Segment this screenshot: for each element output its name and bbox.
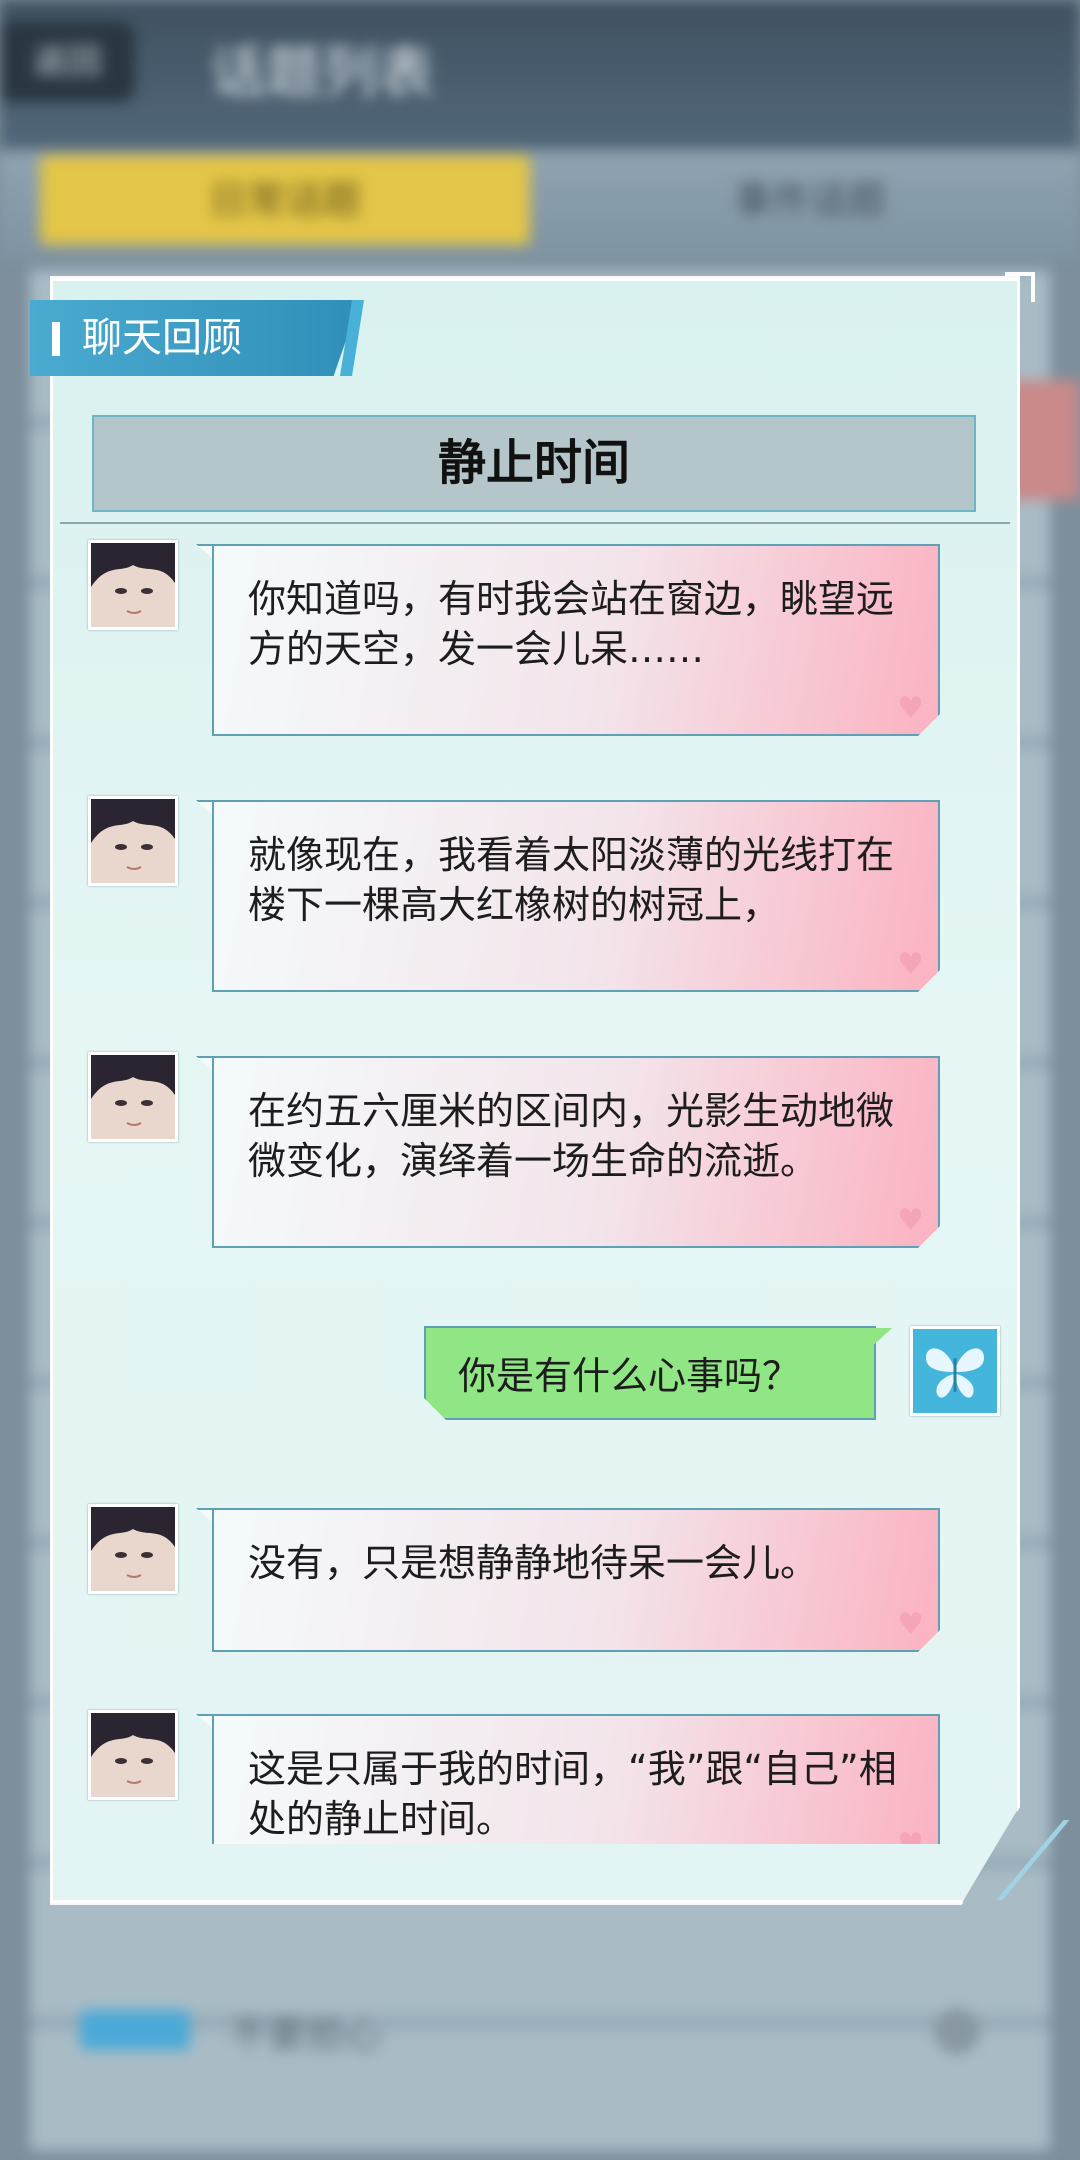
bg-row-label: 不要担心 bbox=[230, 2013, 383, 2057]
character-portrait bbox=[91, 543, 175, 627]
character-portrait bbox=[91, 1055, 175, 1139]
title-divider bbox=[60, 522, 1010, 524]
heart-icon: ♥ bbox=[897, 1607, 924, 1642]
dialog-header-label: 聊天回顾 bbox=[82, 315, 242, 361]
bg-page-title: 话题列表 bbox=[210, 41, 434, 106]
message-text: 在约五六厘米的区间内，光影生动地微微变化，演绎着一场生命的流逝。 bbox=[248, 1089, 895, 1183]
npc-message-bubble: 在约五六厘米的区间内，光影生动地微微变化，演绎着一场生命的流逝。 ♥ bbox=[212, 1056, 940, 1248]
npc-avatar bbox=[88, 540, 178, 630]
character-portrait bbox=[91, 799, 175, 883]
heart-icon: ♥ bbox=[897, 691, 924, 726]
chat-scroll-area[interactable]: 你知道吗，有时我会站在窗边，眺望远方的天空，发一会儿呆…… ♥ 就像现在，我看着… bbox=[60, 526, 1010, 1844]
bg-back-button: 返回 bbox=[0, 22, 135, 102]
player-avatar bbox=[910, 1326, 1000, 1416]
npc-message-bubble: 没有，只是想静静地待呆一会儿。 ♥ bbox=[212, 1508, 940, 1652]
npc-avatar bbox=[88, 796, 178, 886]
bg-list-row-bottom: 不要担心 bbox=[60, 1980, 1020, 2080]
message-text: 你知道吗，有时我会站在窗边，眺望远方的天空，发一会儿呆…… bbox=[248, 577, 895, 671]
butterfly-icon bbox=[926, 1348, 984, 1398]
bg-top-bar bbox=[0, 0, 1080, 150]
character-portrait bbox=[91, 1507, 175, 1591]
message-text: 就像现在，我看着太阳淡薄的光线打在楼下一棵高大红橡树的树冠上， bbox=[248, 833, 895, 927]
corner-bracket bbox=[1005, 272, 1035, 302]
chat-title: 静止时间 bbox=[92, 415, 976, 512]
npc-avatar bbox=[88, 1504, 178, 1594]
message-text: 没有，只是想静静地待呆一会儿。 bbox=[248, 1541, 819, 1585]
player-message-bubble: 你是有什么心事吗？ bbox=[424, 1326, 876, 1420]
message-text: 你是有什么心事吗？ bbox=[458, 1354, 801, 1398]
header-accent-bar bbox=[52, 322, 60, 356]
message-text: 这是只属于我的时间，“我”跟“自己”相处的静止时间。 bbox=[248, 1747, 897, 1841]
npc-message-bubble: 这是只属于我的时间，“我”跟“自己”相处的静止时间。 ♥ bbox=[212, 1714, 940, 1844]
npc-avatar bbox=[88, 1052, 178, 1142]
npc-avatar bbox=[88, 1710, 178, 1800]
bg-tab-daily: 日常话题 bbox=[40, 155, 530, 245]
bg-tab-event: 事件话题 bbox=[733, 178, 886, 222]
heart-icon: ♥ bbox=[897, 1203, 924, 1238]
character-portrait bbox=[91, 1713, 175, 1797]
heart-icon: ♥ bbox=[897, 1830, 924, 1844]
npc-message-bubble: 就像现在，我看着太阳淡薄的光线打在楼下一棵高大红橡树的树冠上， ♥ bbox=[212, 800, 940, 992]
npc-message-bubble: 你知道吗，有时我会站在窗边，眺望远方的天空，发一会儿呆…… ♥ bbox=[212, 544, 940, 736]
heart-icon: ♥ bbox=[897, 947, 924, 982]
